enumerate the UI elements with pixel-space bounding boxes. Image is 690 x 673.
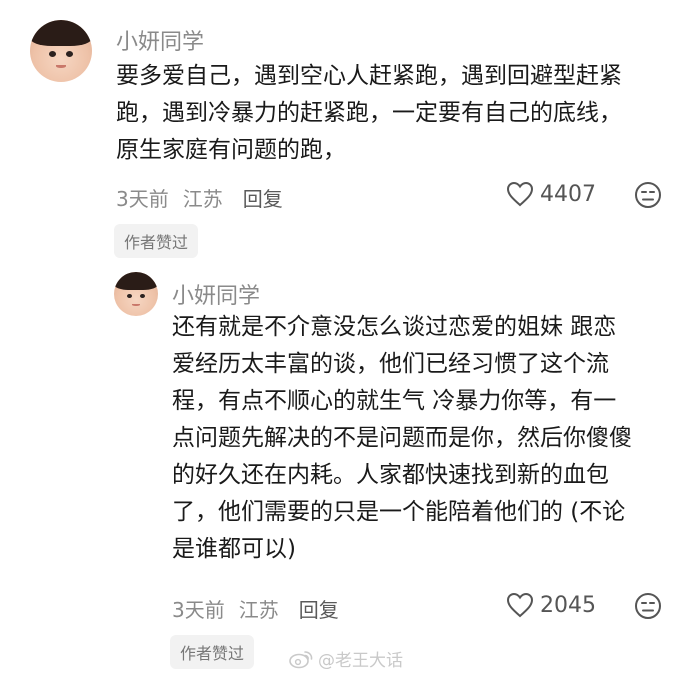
- dislike-button[interactable]: [634, 181, 662, 213]
- comment-location: 江苏: [238, 598, 279, 622]
- heart-outline-icon: [506, 592, 534, 618]
- heart-outline-icon: [506, 181, 534, 207]
- comment-location: 江苏: [182, 187, 223, 211]
- avatar[interactable]: [30, 20, 92, 82]
- comment-text: 要多爱自己，遇到空心人赶紧跑，遇到回避型赶紧 跑，遇到冷暴力的赶紧跑，一定要有自…: [116, 63, 622, 163]
- like-button[interactable]: 2045: [506, 592, 596, 618]
- comment-meta: 3天前 江苏 回复: [116, 183, 297, 212]
- author-liked-badge: 作者赞过: [170, 635, 255, 669]
- comment-text: 还有就是不介意没怎么谈过恋爱的姐妹 跟恋 爱经历太丰富的谈，他们已经习惯了这个流…: [172, 314, 632, 562]
- like-count: 2045: [540, 592, 596, 618]
- dislike-button[interactable]: [634, 592, 662, 624]
- reply-button[interactable]: 回复: [299, 598, 339, 622]
- username[interactable]: 小妍同学: [116, 24, 204, 56]
- like-count: 4407: [540, 181, 596, 207]
- comment-time: 3天前: [172, 598, 225, 622]
- comment-time: 3天前: [116, 187, 169, 211]
- reply-button[interactable]: 回复: [243, 187, 283, 211]
- avatar[interactable]: [114, 272, 158, 316]
- watermark: @老王大话: [288, 646, 403, 671]
- neutral-face-icon: [635, 593, 661, 619]
- neutral-face-icon: [635, 182, 661, 208]
- author-liked-badge: 作者赞过: [114, 224, 199, 258]
- username[interactable]: 小妍同学: [172, 278, 260, 310]
- like-button[interactable]: 4407: [506, 181, 596, 207]
- comment-meta: 3天前 江苏 回复: [172, 594, 353, 623]
- weibo-logo-icon: [289, 650, 313, 668]
- watermark-text: @老王大话: [318, 651, 403, 671]
